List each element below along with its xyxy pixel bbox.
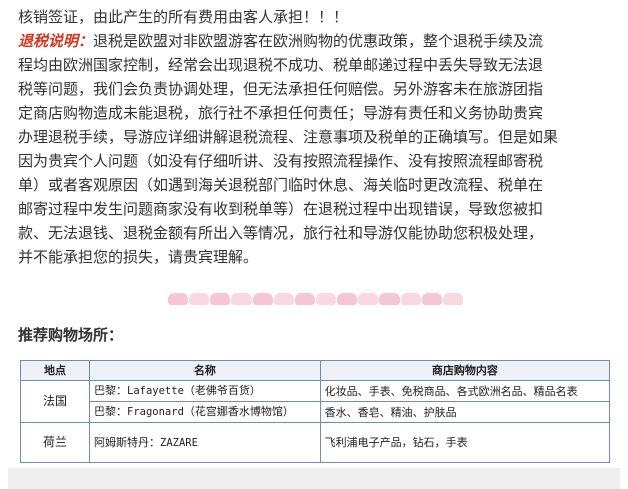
table-row: 巴黎：Fragonard（花宫娜香水博物馆） 香水、香皂、精油、护肤品 — [21, 401, 611, 423]
article-body: 核销签证，由此产生的所有费用由客人承担！！！ 退税说明：退税是欧盟对非欧盟游客在… — [18, 0, 612, 269]
tax-refund-line: 并不能承担您的损失，请贵宾理解。 — [18, 248, 259, 266]
country-cell: 荷兰 — [20, 422, 90, 463]
divider-flower-blob — [442, 293, 463, 305]
tax-refund-line: 定商店购物造成未能退税，旅行社不承担任何责任；导游有责任和义务协助贵宾 — [18, 104, 544, 122]
decorative-divider — [168, 293, 463, 307]
divider-flower-blob — [231, 293, 252, 305]
shop-name-cell: 阿姆斯特丹：ZAZARE — [89, 422, 321, 463]
column-header-name: 名称 — [89, 360, 321, 381]
divider-flower-blob — [189, 293, 210, 305]
column-header-content: 商店购物内容 — [319, 360, 611, 381]
table-row: 法国 巴黎：Lafayette（老佛爷百货） 化妆品、手表、免税商品、各式欧洲名… — [20, 380, 611, 423]
divider-flower-blob — [210, 293, 231, 305]
tax-refund-line: 程均由欧洲国家控制，经常会出现退税不成功、税单邮递过程中丢失导致无法退 — [18, 56, 544, 74]
shop-name-cell: 巴黎：Fragonard（花宫娜香水博物馆） — [89, 401, 321, 423]
divider-flower-blob — [273, 293, 294, 305]
divider-flower-blob — [168, 293, 189, 305]
divider-flower-blob — [400, 293, 421, 305]
tax-refund-line: 税等问题，我们会负责协调处理，但无法承担任何赔偿。另外游客未在旅游团指 — [18, 80, 544, 98]
tax-refund-line: 单）或者客观原因（如遇到海关退税部门临时休息、海关临时更改流程、税单在 — [18, 176, 544, 194]
country-cell: 法国 — [20, 380, 90, 423]
shop-name-cell: 巴黎：Lafayette（老佛爷百货） — [89, 380, 321, 402]
table-row: 荷兰 阿姆斯特丹：ZAZARE 飞利浦电子产品，钻石，手表 — [20, 422, 611, 463]
tax-refund-line: 邮寄过程中发生问题商家没有收到税单等）在退税过程中出现错误，导致您被扣 — [18, 200, 544, 218]
tax-refund-line: 因为贵宾个人问题（如没有仔细听讲、没有按照流程操作、没有按照流程邮寄税 — [18, 152, 544, 170]
divider-flower-blob — [294, 293, 315, 305]
notice-line: 核销签证，由此产生的所有费用由客人承担！！！ — [18, 8, 349, 26]
footer-bar — [8, 468, 620, 489]
shopping-table: 地点 名称 商店购物内容 法国 巴黎：Lafayette（老佛爷百货） 化妆品、… — [20, 360, 611, 463]
divider-flower-blob — [252, 293, 273, 305]
divider-flower-blob — [315, 293, 337, 305]
shopping-section-title: 推荐购物场所： — [18, 326, 124, 344]
column-header-location: 地点 — [20, 360, 90, 381]
shop-content-cell: 香水、香皂、精油、护肤品 — [319, 401, 611, 423]
tax-refund-line-1: 退税说明：退税是欧盟对非欧盟游客在欧洲购物的优惠政策，整个退税手续及流 — [18, 32, 544, 50]
divider-flower-blob — [337, 293, 358, 305]
shop-content-cell: 化妆品、手表、免税商品、各式欧洲名品、精品名表 — [319, 380, 611, 402]
tax-refund-line: 款、无法退钱、退税金额有所出入等情况，旅行社和导游仅能协助您积极处理， — [18, 224, 544, 242]
table-header-row: 地点 名称 商店购物内容 — [20, 360, 611, 381]
divider-flower-blob — [379, 293, 400, 305]
tax-refund-line: 办理退税手续，导游应详细讲解退税流程、注意事项及税单的正确填写。但是如果 — [18, 128, 559, 146]
divider-flower-blob — [421, 293, 442, 305]
shop-content-cell: 飞利浦电子产品，钻石，手表 — [319, 422, 611, 463]
divider-flower-blob — [358, 293, 379, 305]
tax-refund-heading: 退税说明： — [18, 32, 94, 50]
